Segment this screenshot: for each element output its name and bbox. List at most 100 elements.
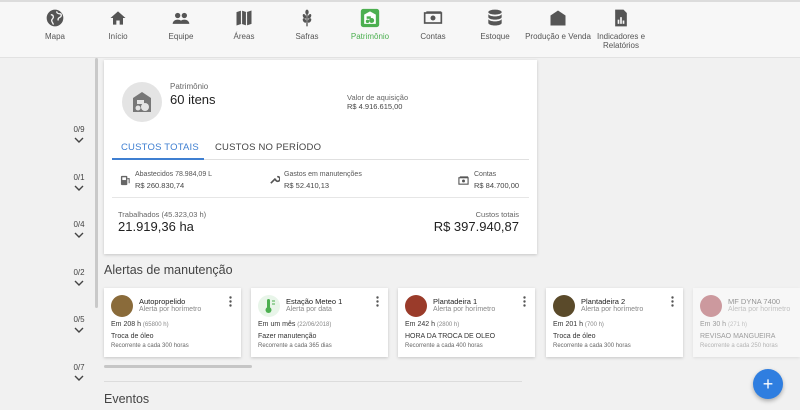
rail-count: 0/4 <box>73 220 85 229</box>
patrimonio-label: Patrimônio <box>170 82 209 91</box>
nav-item-patrimonio[interactable]: Patrimônio <box>335 8 405 41</box>
equipment-thumbnail <box>405 295 427 317</box>
chevron-down-icon <box>74 232 84 238</box>
tractor-icon <box>133 92 151 112</box>
nav-item-estoque[interactable]: Estoque <box>460 8 530 41</box>
nav-label-safras: Safras <box>295 32 319 41</box>
alert-due-value: Em um mês <box>258 321 296 328</box>
alert-title: Estação Meteo 1 <box>286 297 343 306</box>
alert-type: Alerta por horímetro <box>139 306 202 313</box>
alert-due: Em 242 h (2800 h) <box>405 321 459 328</box>
wrench-icon <box>270 175 280 184</box>
nav-label-indicadores: Indicadores e Relatórios <box>596 32 646 50</box>
cost-tabs: CUSTOS TOTAIS CUSTOS NO PERÍODO <box>112 140 529 160</box>
nav-label-producao-venda: Produção e Venda <box>525 32 591 41</box>
left-rail: 0/9 0/1 0/4 0/2 0/5 0/7 <box>0 58 100 410</box>
valor-aquisicao-label: Valor de aquisição <box>347 93 409 102</box>
alertas-title: Alertas de manutenção <box>104 263 233 277</box>
more-vertical-icon[interactable] <box>229 296 232 307</box>
fuel-icon <box>120 175 130 186</box>
alert-card-autopropelido[interactable]: Autopropelido Alerta por horímetro Em 20… <box>104 288 241 357</box>
eventos-title: Eventos <box>104 392 150 406</box>
alert-title: Autopropelido <box>139 297 186 306</box>
rail-item[interactable]: 0/5 <box>64 315 94 335</box>
chevron-down-icon <box>74 185 84 191</box>
trabalhados-value: 21.919,36 ha <box>118 219 194 234</box>
alert-type: Alerta por horímetro <box>433 306 496 313</box>
nav-label-estoque: Estoque <box>480 32 510 41</box>
abastecidos-label: Abastecidos 78.984,09 L <box>135 171 213 178</box>
alert-due-detail: (22/06/2018) <box>297 322 332 328</box>
rail-item[interactable]: 0/1 <box>64 173 94 193</box>
home-icon <box>110 11 126 25</box>
alert-recurrence: Recorrente a cada 300 horas <box>111 343 189 349</box>
rail-item[interactable]: 0/9 <box>64 125 94 145</box>
horizontal-scrollbar[interactable] <box>104 365 252 368</box>
rail-item[interactable]: 0/2 <box>64 268 94 288</box>
abastecidos-value: R$ 260.830,74 <box>135 181 185 190</box>
manutencoes-value: R$ 52.410,13 <box>284 181 330 190</box>
nav-label-contas: Contas <box>420 32 446 41</box>
tractor-icon <box>360 8 380 28</box>
trabalhados-label: Trabalhados (45.323,03 h) <box>118 210 207 219</box>
cash-icon <box>458 176 469 185</box>
equipment-thumbnail <box>553 295 575 317</box>
nav-item-equipe[interactable]: Equipe <box>146 8 216 41</box>
alert-type: Alerta por data <box>286 306 332 313</box>
nav-item-areas[interactable]: Áreas <box>209 8 279 41</box>
patrimonio-avatar <box>122 82 162 122</box>
equipment-thumbnail <box>700 295 722 317</box>
alert-card-estacao-meteo[interactable]: Estação Meteo 1 Alerta por data Em um mê… <box>251 288 388 357</box>
vertical-scrollbar[interactable] <box>95 58 98 308</box>
alert-type: Alerta por horímetro <box>581 306 644 313</box>
rail-count: 0/9 <box>73 125 85 134</box>
rail-count: 0/2 <box>73 268 85 277</box>
rail-item[interactable]: 0/4 <box>64 220 94 240</box>
alert-recurrence: Recorrente a cada 300 horas <box>553 343 631 349</box>
alert-card-plantadeira-2[interactable]: Plantadeira 2 Alerta por horímetro Em 20… <box>546 288 683 357</box>
database-icon <box>488 9 502 26</box>
chevron-down-icon <box>74 280 84 286</box>
valor-aquisicao-value: R$ 4.916.615,00 <box>347 102 403 111</box>
alert-task: HORA DA TROCA DE OLEO <box>405 333 496 340</box>
rail-item[interactable]: 0/7 <box>64 363 94 383</box>
alert-due-value: Em 208 h <box>111 321 141 328</box>
nav-top-border <box>0 0 800 2</box>
tab-custos-totais[interactable]: CUSTOS TOTAIS <box>121 142 199 153</box>
nav-item-contas[interactable]: Contas <box>398 8 468 41</box>
alert-card-plantadeira-1[interactable]: Plantadeira 1 Alerta por horímetro Em 24… <box>398 288 535 357</box>
alert-due: Em um mês (22/06/2018) <box>258 321 331 328</box>
add-fab-button[interactable]: + <box>753 369 783 399</box>
contas-value: R$ 84.700,00 <box>474 181 520 190</box>
alert-due-value: Em 201 h <box>553 321 583 328</box>
alert-due: Em 208 h (65800 h) <box>111 321 169 328</box>
more-vertical-icon[interactable] <box>376 296 379 307</box>
custos-totais-label: Custos totais <box>475 210 519 219</box>
alert-due-detail: (2800 h) <box>436 322 460 328</box>
nav-item-producao-venda[interactable]: Produção e Venda <box>523 8 593 41</box>
nav-item-indicadores[interactable]: Indicadores e Relatórios <box>586 8 656 50</box>
alert-due-detail: (271 h) <box>728 322 748 328</box>
more-vertical-icon[interactable] <box>671 296 674 307</box>
alert-recurrence: Recorrente a cada 250 horas <box>700 343 778 349</box>
alert-task: REVISAO MANGUEIRA <box>700 333 776 340</box>
tab-custos-no-periodo[interactable]: CUSTOS NO PERÍODO <box>215 142 321 153</box>
barn-icon <box>550 10 566 26</box>
nav-label-mapa: Mapa <box>44 32 65 41</box>
nav-item-inicio[interactable]: Início <box>83 8 153 41</box>
section-divider <box>104 381 522 382</box>
alert-type: Alerta por horímetro <box>728 306 791 313</box>
people-icon <box>172 12 190 24</box>
alert-due-value: Em 30 h <box>700 321 727 328</box>
alert-card-mf-dyna[interactable]: MF DYNA 7400 Alerta por horímetro Em 30 … <box>693 288 800 357</box>
nav-item-mapa[interactable]: Mapa <box>20 8 90 41</box>
more-vertical-icon[interactable] <box>523 296 526 307</box>
nav-label-patrimonio: Patrimônio <box>350 32 390 41</box>
alert-task: Troca de óleo <box>111 333 154 340</box>
rail-count: 0/1 <box>73 173 85 182</box>
alert-due: Em 30 h (271 h) <box>700 321 747 328</box>
alert-recurrence: Recorrente a cada 400 horas <box>405 343 483 349</box>
manutencoes-label: Gastos em manutenções <box>284 171 362 178</box>
cash-icon <box>423 11 443 24</box>
nav-item-safras[interactable]: Safras <box>272 8 342 41</box>
